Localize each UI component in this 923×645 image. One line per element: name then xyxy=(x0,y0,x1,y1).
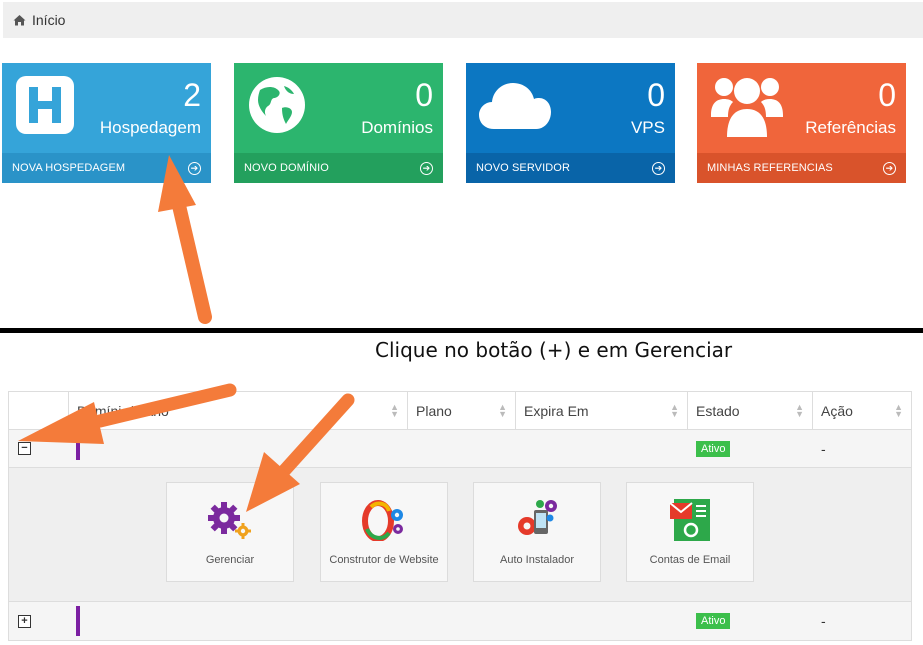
tile-link-label: NOVA HOSPEDAGEM xyxy=(12,162,126,174)
action-label: Auto Instalador xyxy=(500,554,574,566)
expand-toggle-button[interactable]: + xyxy=(18,614,31,628)
row-accent-bar xyxy=(76,437,80,460)
status-badge: Ativo xyxy=(696,613,731,629)
tile-link-label: MINHAS REFERENCIAS xyxy=(707,162,833,174)
instruction-caption: Clique no botão (+) e em Gerenciar xyxy=(375,338,733,362)
tile-hosting[interactable]: 2 Hospedagem NOVA HOSPEDAGEM ➔ xyxy=(2,63,211,183)
arrow-right-circle-icon: ➔ xyxy=(188,161,201,175)
table-header: Domínio/Plano ▲ ▼ Plano ▲ ▼ Expira Em ▲ ▼ Esta… xyxy=(9,392,911,430)
email-accounts-button[interactable]: Contas de Email xyxy=(626,482,754,582)
collapse-toggle-button[interactable]: − xyxy=(18,442,31,455)
sort-icon: ▲ ▼ xyxy=(894,401,903,419)
table-row: − Ativo - xyxy=(9,430,911,468)
arrow-right-circle-icon: ➔ xyxy=(883,161,896,175)
arrow-right-circle-icon: ➔ xyxy=(420,161,433,175)
arrow-right-circle-icon: ➔ xyxy=(652,161,665,175)
manage-button[interactable]: Gerenciar xyxy=(166,482,294,582)
new-hosting-link[interactable]: NOVA HOSPEDAGEM ➔ xyxy=(2,153,211,183)
header-status[interactable]: Estado ▲ ▼ xyxy=(688,392,813,429)
tile-link-label: NOVO SERVIDOR xyxy=(476,162,571,174)
services-table: Domínio/Plano ▲ ▼ Plano ▲ ▼ Expira Em ▲ ▼ Esta… xyxy=(8,391,912,641)
tile-domains[interactable]: 0 Domínios NOVO DOMÍNIO ➔ xyxy=(234,63,443,183)
sort-icon: ▲ ▼ xyxy=(498,401,507,419)
breadcrumb-home-link[interactable]: Início xyxy=(32,12,65,28)
tile-name: VPS xyxy=(630,118,665,137)
action-label: Gerenciar xyxy=(205,554,255,566)
cloud-icon xyxy=(478,77,552,136)
sort-icon: ▲ ▼ xyxy=(670,401,679,419)
header-action[interactable]: Ação ▲ ▼ xyxy=(813,392,911,429)
website-builder-icon xyxy=(361,497,407,543)
users-icon xyxy=(711,71,783,144)
new-domain-link[interactable]: NOVO DOMÍNIO ➔ xyxy=(234,153,443,183)
tile-referrals[interactable]: 0 Referências MINHAS REFERENCIAS ➔ xyxy=(697,63,906,183)
email-accounts-icon xyxy=(668,497,712,543)
row-accent-bar xyxy=(76,606,80,636)
tile-vps[interactable]: 0 VPS NOVO SERVIDOR ➔ xyxy=(466,63,675,183)
header-plan[interactable]: Plano ▲ ▼ xyxy=(408,392,516,429)
header-expand xyxy=(9,392,69,429)
tile-name: Domínios xyxy=(361,118,433,137)
tile-count: 0 xyxy=(415,77,433,113)
tile-count: 0 xyxy=(647,77,665,113)
header-domain-plan[interactable]: Domínio/Plano ▲ ▼ xyxy=(69,392,408,429)
tile-name: Referências xyxy=(805,118,896,137)
auto-installer-icon xyxy=(514,497,560,543)
hosting-h-icon xyxy=(16,76,74,139)
home-icon[interactable] xyxy=(13,14,26,26)
status-badge: Ativo xyxy=(696,440,731,457)
tile-name: Hospedagem xyxy=(99,118,201,137)
sort-icon: ▲ ▼ xyxy=(390,401,399,419)
action-label: Construtor de Website xyxy=(329,554,439,566)
tile-count: 0 xyxy=(878,77,896,113)
tile-link-label: NOVO DOMÍNIO xyxy=(244,162,329,174)
table-row: + Ativo - xyxy=(9,602,911,640)
website-builder-button[interactable]: Construtor de Website xyxy=(320,482,448,582)
row-action: - xyxy=(821,613,826,629)
gears-icon xyxy=(206,497,254,543)
globe-icon xyxy=(248,76,306,139)
my-referrals-link[interactable]: MINHAS REFERENCIAS ➔ xyxy=(697,153,906,183)
new-server-link[interactable]: NOVO SERVIDOR ➔ xyxy=(466,153,675,183)
tile-count: 2 xyxy=(183,77,201,113)
auto-installer-button[interactable]: Auto Instalador xyxy=(473,482,601,582)
action-label: Contas de Email xyxy=(649,554,731,566)
service-actions-panel: Gerenciar Construtor de Website Auto Ins… xyxy=(9,468,911,602)
sort-icon: ▲ ▼ xyxy=(795,401,804,419)
header-expires[interactable]: Expira Em ▲ ▼ xyxy=(516,392,688,429)
breadcrumb: Início xyxy=(3,2,923,38)
row-action: - xyxy=(821,440,826,457)
section-divider xyxy=(0,328,923,333)
